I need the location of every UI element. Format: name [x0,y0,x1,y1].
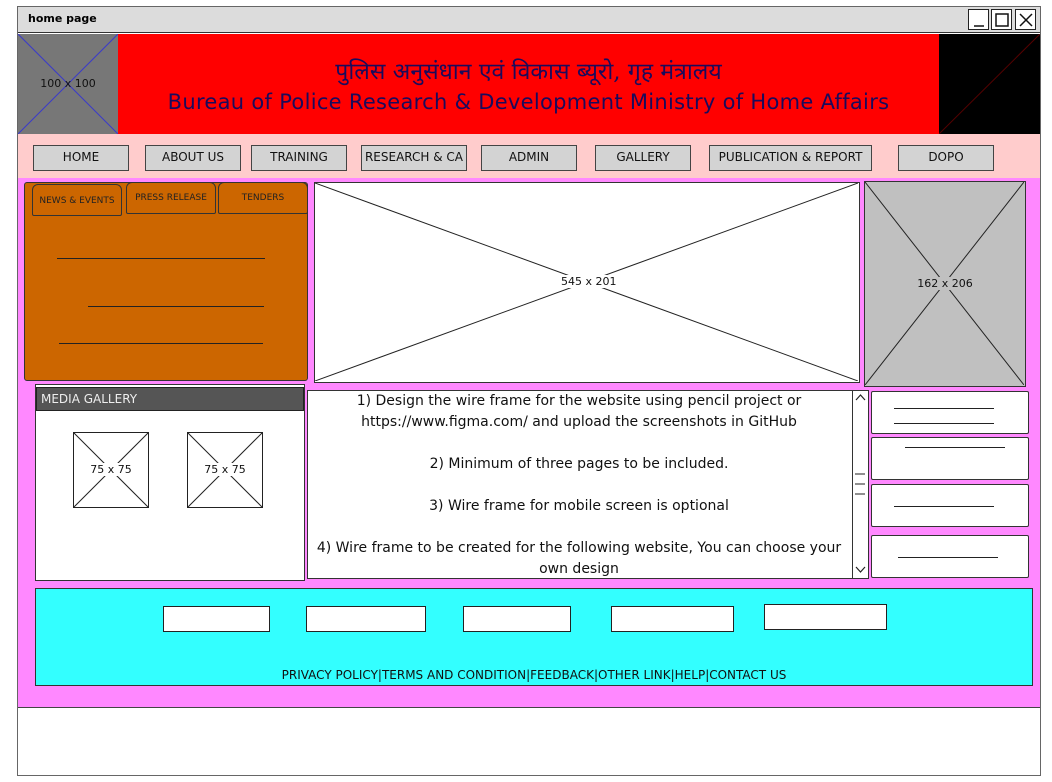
info-paragraph: 2) Minimum of three pages to be included… [429,456,729,472]
footer-link-terms[interactable]: TERMS AND CONDITION [382,668,526,682]
tab-news-events[interactable]: NEWS & EVENTS [32,184,122,216]
minimize-button[interactable] [968,9,989,30]
footer-button[interactable] [163,606,270,632]
nav-about-us-button[interactable]: ABOUT US [145,145,241,171]
nav-gallery-button[interactable]: GALLERY [595,145,691,171]
side-image-size-label: 162 x 206 [917,277,973,290]
gallery-thumbnail[interactable]: 75 x 75 [187,432,263,508]
footer-button[interactable] [463,606,571,632]
placeholder-cross-icon [939,34,1040,134]
footer-link-other[interactable]: OTHER LINK [598,668,671,682]
footer-button[interactable] [306,606,426,632]
vertical-scrollbar[interactable] [852,391,867,578]
window-title: home page [28,12,97,25]
side-link-box[interactable] [871,437,1029,480]
info-paragraph: 1) Design the wire frame for the website… [356,393,802,430]
site-title-english: Bureau of Police Research & Development … [167,90,890,114]
tab-press-release[interactable]: PRESS RELEASE [126,182,216,214]
site-title-hindi: पुलिस अनुसंधान एवं विकास ब्यूरो, गृह मंत… [335,59,722,85]
footer-link-help[interactable]: HELP [675,668,706,682]
side-link-line [894,408,994,409]
gallery-thumbnail[interactable]: 75 x 75 [73,432,149,508]
footer-links: PRIVACY POLICY|TERMS AND CONDITION|FEEDB… [35,668,1033,682]
nav-training-button[interactable]: TRAINING [251,145,347,171]
news-item-line[interactable] [57,258,265,259]
media-gallery-title: MEDIA GALLERY [36,387,304,411]
info-paragraph: 3) Wire frame for mobile screen is optio… [429,498,729,514]
nav-research-button[interactable]: RESEARCH & CA [361,145,467,171]
side-link-box[interactable] [871,391,1029,434]
footer-link-feedback[interactable]: FEEDBACK [530,668,594,682]
close-icon [1019,13,1033,27]
minimize-icon [974,25,984,27]
logo-size-label: 100 x 100 [40,77,96,90]
footer-link-contact-us[interactable]: CONTACT US [709,668,786,682]
tab-tenders[interactable]: TENDERS [218,182,308,214]
info-text-content: 1) Design the wire frame for the website… [310,391,848,577]
banner-image-placeholder: 545 x 201 [314,182,860,383]
footer-link-privacy-policy[interactable]: PRIVACY POLICY [282,668,378,682]
side-image-placeholder: 162 x 206 [864,181,1026,387]
news-item-line[interactable] [88,306,264,307]
nav-admin-button[interactable]: ADMIN [481,145,577,171]
footer-button[interactable] [764,604,887,630]
side-link-box[interactable] [871,535,1029,578]
side-link-box[interactable] [871,484,1029,527]
side-link-line [894,423,994,424]
side-link-line [894,506,994,507]
logo-placeholder-right [939,34,1040,134]
nav-home-button[interactable]: HOME [33,145,129,171]
maximize-icon [995,13,1009,27]
info-paragraph: 4) Wire frame to be created for the foll… [316,540,842,577]
scrollbar-icons [855,394,866,573]
thumbnail-size-label: 75 x 75 [201,463,249,476]
footer-button[interactable] [611,606,734,632]
title-bar[interactable] [18,7,1040,33]
news-item-line[interactable] [59,343,263,344]
nav-dopo-button[interactable]: DOPO [898,145,994,171]
nav-publication-button[interactable]: PUBLICATION & REPORT [709,145,872,171]
logo-placeholder-left: 100 x 100 [18,34,118,134]
thumbnail-size-label: 75 x 75 [87,463,135,476]
close-button[interactable] [1015,9,1036,30]
side-link-line [905,447,1005,448]
maximize-button[interactable] [991,9,1012,30]
side-link-line [898,557,998,558]
banner-size-label: 545 x 201 [561,275,617,288]
